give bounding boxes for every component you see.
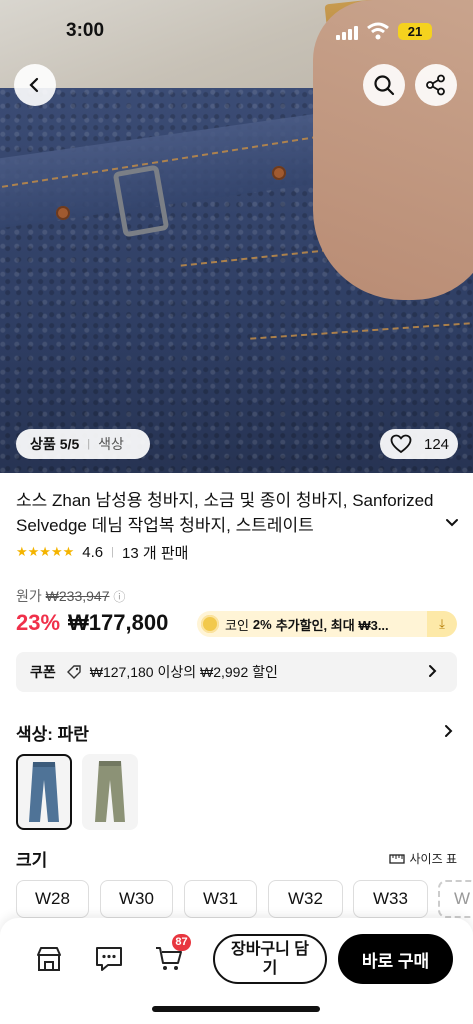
price-row: 23% ₩177,800 [16, 608, 168, 638]
wifi-icon [367, 22, 389, 40]
heart-icon [390, 434, 412, 454]
chevron-right-icon[interactable] [441, 724, 455, 738]
share-button[interactable] [415, 64, 457, 106]
back-button[interactable] [14, 64, 56, 106]
coupon-row[interactable]: 쿠폰 ₩127,180 이상의 ₩2,992 할인 [16, 652, 457, 692]
signal-icon [336, 26, 358, 40]
sale-price: ₩177,800 [68, 610, 169, 635]
rating-row[interactable]: ★★★★★ 4.6 | 13 개 판매 [16, 542, 188, 562]
counter-label: 상품 [30, 436, 56, 452]
product-title[interactable]: 소스 Zhan 남성용 청바지, 소금 및 종이 청바지, Sanforized… [16, 488, 461, 538]
rivet [272, 166, 286, 180]
like-count: 124 [424, 435, 450, 453]
add-to-cart-button[interactable]: 장바구니 담기 [213, 934, 327, 984]
coin-discount-banner[interactable]: 코인 2% 추가할인, 최대 ₩3... ⤓ [197, 611, 457, 637]
original-price-row: 원가 ₩233,947 ⓘ [16, 586, 125, 606]
like-button[interactable]: 124 [380, 429, 458, 459]
coin-label: 코인 [225, 617, 249, 633]
chat-icon[interactable] [94, 944, 124, 974]
chevron-down-icon[interactable] [443, 514, 461, 532]
tag-icon [66, 665, 81, 679]
counter-value: 5/5 [59, 436, 80, 452]
color-option-blue[interactable] [16, 754, 72, 830]
coupon-text: ₩127,180 이상의 ₩2,992 할인 [89, 664, 278, 680]
size-option-unavailable[interactable]: W [438, 880, 473, 918]
battery-indicator: 21 [398, 23, 432, 40]
coin-percent: 2% [252, 616, 272, 632]
size-guide-link[interactable]: 사이즈 표 [388, 850, 458, 867]
sold-count: 13 개 판매 [122, 544, 189, 562]
star-rating-icon: ★★★★★ [16, 544, 75, 559]
size-option[interactable]: W28 [16, 880, 89, 918]
coin-icon [201, 615, 219, 633]
coin-detail: 추가할인, 최대 ₩3... [275, 617, 389, 633]
original-price: ₩233,947 [45, 588, 110, 604]
original-price-label: 원가 [16, 588, 42, 604]
product-image[interactable]: 3:00 21 상품 5/5 | 색상 124 [0, 0, 473, 473]
rating-value: 4.6 [82, 543, 104, 561]
search-icon [374, 75, 395, 96]
size-option[interactable]: W32 [268, 880, 343, 918]
search-button[interactable] [363, 64, 405, 106]
status-bar: 3:00 21 [0, 0, 473, 60]
size-heading: 크기 [16, 851, 48, 870]
add-to-cart-label: 장바구니 담기 [230, 941, 310, 977]
store-icon[interactable] [34, 944, 64, 974]
size-option[interactable]: W33 [353, 880, 428, 918]
status-time: 3:00 [66, 20, 105, 41]
buy-now-button[interactable]: 바로 구매 [338, 934, 453, 984]
home-indicator [152, 1006, 320, 1012]
size-option[interactable]: W31 [184, 880, 257, 918]
ruler-icon [388, 853, 405, 864]
info-icon[interactable]: ⓘ [113, 590, 125, 604]
rivet [56, 206, 70, 220]
discount-percent: 23% [16, 610, 61, 635]
share-icon [426, 74, 445, 96]
product-title-text: 소스 Zhan 남성용 청바지, 소금 및 종이 청바지, Sanforized… [16, 491, 434, 535]
jeans-thumbnail-blue [29, 762, 59, 822]
chevron-right-icon [429, 665, 437, 677]
coupon-label: 쿠폰 [30, 664, 56, 680]
size-guide-label: 사이즈 표 [409, 852, 458, 866]
color-heading: 색상: 파란 [16, 725, 89, 744]
counter-tag: 색상 [98, 436, 124, 452]
cart-count-badge: 87 [172, 934, 191, 951]
download-icon[interactable]: ⤓ [427, 611, 457, 637]
size-option[interactable]: W30 [100, 880, 173, 918]
jeans-thumbnail-khaki [95, 761, 125, 822]
image-counter: 상품 5/5 | 색상 [16, 429, 150, 459]
back-icon [29, 77, 39, 93]
color-option-khaki[interactable] [82, 754, 138, 830]
rating-separator: | [111, 546, 114, 558]
counter-separator: | [87, 438, 91, 450]
